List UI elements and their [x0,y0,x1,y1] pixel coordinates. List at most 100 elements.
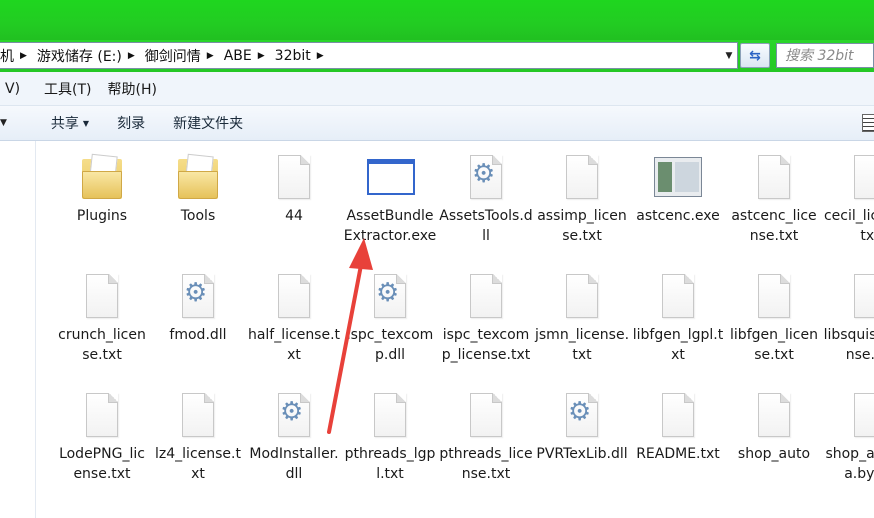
breadcrumb-item[interactable]: 32bit [269,48,317,64]
breadcrumb-chevron-icon[interactable]: ▶ [317,51,328,61]
file-name: cecil_license.txt [823,208,874,244]
menu-tools[interactable]: 工具(T) [36,79,99,99]
breadcrumb-chevron-icon[interactable]: ▶ [207,51,218,61]
text-document-icon [750,153,798,201]
file-item[interactable]: Tools [151,153,245,226]
file-list[interactable]: Plugins Tools 44 AssetBundleExtractor.exe ⚙ A… [37,141,874,518]
file-item[interactable]: ispc_texcomp_license.txt [439,272,533,365]
file-item[interactable]: Plugins [55,153,149,226]
dll-gear-icon: ⚙ [174,272,222,320]
file-item[interactable]: lz4_license.txt [151,391,245,484]
file-item[interactable]: jsmn_license.txt [535,272,629,365]
file-item[interactable]: pthreads_lgpl.txt [343,391,437,484]
search-input[interactable] [785,47,873,64]
application-thumbnail-icon [654,153,702,201]
share-button[interactable]: 共享 ▼ [37,113,103,133]
breadcrumb-item[interactable]: 游戏储存 (E:) [31,46,128,66]
file-item[interactable]: 44 [247,153,341,226]
text-document-icon [270,272,318,320]
file-name: fmod.dll [169,327,227,343]
address-history-dropdown-icon[interactable]: ▼ [721,43,737,68]
text-document-icon [750,272,798,320]
file-item[interactable]: README.txt [631,391,725,464]
file-name: libfgen_lgpl.txt [632,327,724,363]
search-box[interactable] [776,43,874,68]
file-name: README.txt [636,446,720,462]
breadcrumb-item[interactable]: 御剑问情 [139,46,207,66]
text-document-icon [558,272,606,320]
text-document-icon [462,391,510,439]
file-item[interactable]: assimp_license.txt [535,153,629,246]
file-name: libsquish_license.txt [823,327,874,363]
blank-file-icon [750,391,798,439]
address-bar[interactable]: 机 ▶ 游戏储存 (E:) ▶ 御剑问情 ▶ ABE ▶ 32bit ▶ ▼ [0,42,738,69]
file-name: astcenc.exe [636,208,720,224]
burn-button[interactable]: 刻录 [103,113,159,133]
file-name: ispc_texcomp_license.txt [441,327,531,363]
text-document-icon [78,391,126,439]
file-name: AssetsTools.dll [439,208,533,244]
file-item[interactable]: libfgen_license.txt [727,272,821,365]
dll-gear-icon: ⚙ [366,272,414,320]
breadcrumb-item[interactable]: ABE [218,48,258,64]
file-item[interactable]: half_license.txt [247,272,341,365]
file-item[interactable]: ⚙ fmod.dll [151,272,245,345]
file-name: astcenc_license.txt [731,208,817,244]
file-item[interactable]: shop_auto.lua.bytes [823,391,874,484]
file-name: shop_auto [737,446,811,462]
file-item[interactable]: AssetBundleExtractor.exe [343,153,437,246]
window-title-bar [0,0,874,40]
refresh-icon: ⇆ [749,47,761,64]
file-name: shop_auto.lua.bytes [825,446,874,482]
text-document-icon [654,391,702,439]
chevron-down-icon: ▼ [82,118,90,128]
file-name: ModInstaller.dll [249,446,339,482]
breadcrumb-item[interactable]: 机 [0,46,20,66]
text-document-icon [78,272,126,320]
file-item[interactable]: shop_auto [727,391,821,464]
file-item[interactable]: astcenc_license.txt [727,153,821,246]
file-item[interactable]: libfgen_lgpl.txt [631,272,725,365]
file-item[interactable]: LodePNG_license.txt [55,391,149,484]
file-name: 44 [285,208,303,224]
file-item[interactable]: pthreads_license.txt [439,391,533,484]
text-document-icon [846,272,874,320]
refresh-button[interactable]: ⇆ [740,43,770,68]
breadcrumb-chevron-icon[interactable]: ▶ [20,51,31,61]
file-name: Plugins [76,208,128,224]
new-folder-button[interactable]: 新建文件夹 [159,113,257,133]
file-name: pthreads_lgpl.txt [344,446,436,482]
view-options-icon[interactable] [862,114,874,132]
menu-bar: V) 工具(T) 帮助(H) [0,72,874,106]
menu-help[interactable]: 帮助(H) [100,79,165,99]
file-item[interactable]: astcenc.exe [631,153,725,226]
file-item[interactable]: crunch_license.txt [55,272,149,365]
file-item[interactable]: ⚙ ispc_texcomp.dll [343,272,437,365]
dll-gear-icon: ⚙ [462,153,510,201]
navigation-pane[interactable] [0,141,36,518]
organize-dropdown-icon[interactable]: ▼ [0,118,37,128]
menu-view[interactable]: V) [0,81,36,97]
breadcrumb-chevron-icon[interactable]: ▶ [128,51,139,61]
file-name: assimp_license.txt [537,208,627,244]
file-name: Tools [180,208,216,224]
file-name: jsmn_license.txt [535,327,630,363]
text-document-icon [558,153,606,201]
file-name: pthreads_license.txt [439,446,533,482]
text-document-icon [654,272,702,320]
file-name: LodePNG_license.txt [59,446,145,482]
file-name: libfgen_license.txt [730,327,818,363]
file-item[interactable]: ⚙ PVRTexLib.dll [535,391,629,464]
dll-gear-icon: ⚙ [558,391,606,439]
file-item[interactable]: ⚙ AssetsTools.dll [439,153,533,246]
file-item[interactable]: ⚙ ModInstaller.dll [247,391,341,484]
text-document-icon [846,391,874,439]
file-item[interactable]: cecil_license.txt [823,153,874,246]
file-item[interactable]: libsquish_license.txt [823,272,874,365]
text-document-icon [174,391,222,439]
folder-icon [78,153,126,201]
command-bar: ▼ 共享 ▼ 刻录 新建文件夹 [0,106,874,141]
breadcrumb-chevron-icon[interactable]: ▶ [258,51,269,61]
file-name: ispc_texcomp.dll [346,327,434,363]
file-name: PVRTexLib.dll [536,446,628,462]
